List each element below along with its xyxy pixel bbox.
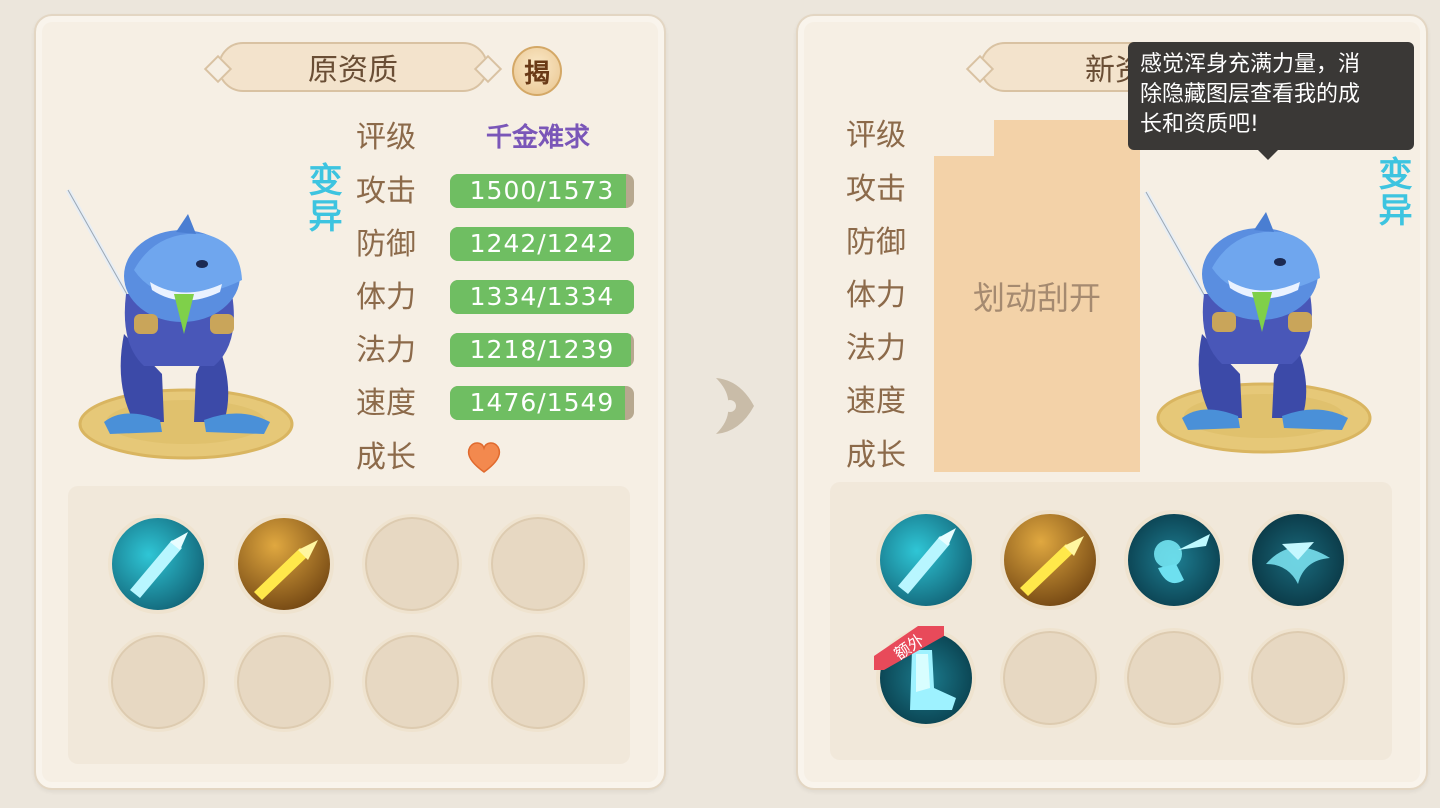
stamina-label: 体力 [846, 278, 906, 313]
original-aptitude-title: 原资质 [218, 42, 488, 92]
hint-tooltip: 感觉浑身充满力量，消 除隐藏图层查看我的成 长和资质吧! [1128, 42, 1414, 160]
defense-label: 防御 [846, 225, 906, 260]
speed-bar: 1476/1549 [450, 386, 634, 420]
phantom-wing-skill-icon[interactable] [1248, 510, 1348, 610]
skill-grid-original [68, 486, 630, 764]
ice-sword-skill-icon[interactable] [108, 514, 208, 614]
mutation-label-text: 变异 [302, 162, 342, 234]
rating-value: 千金难求 [486, 123, 591, 153]
stamina-value: 1334/1334 [469, 282, 615, 311]
skill-slot-empty[interactable] [362, 632, 462, 732]
defense-label: 防御 [356, 227, 416, 262]
original-aptitude-title-text: 原资质 [308, 53, 398, 88]
skill-slot-empty[interactable] [1124, 628, 1224, 728]
ice-sword-skill-icon[interactable] [876, 510, 976, 610]
hint-tooltip-line1: 感觉浑身充满力量，消 [1140, 52, 1361, 77]
magic-label: 法力 [846, 331, 906, 366]
stamina-label: 体力 [356, 280, 416, 315]
magic-label: 法力 [356, 333, 416, 368]
attack-value: 1500/1573 [469, 176, 615, 205]
stamina-bar: 1334/1334 [450, 280, 634, 314]
defense-value: 1242/1242 [469, 229, 615, 258]
skill-slot-empty[interactable] [234, 632, 334, 732]
skill-slot-empty[interactable] [108, 632, 208, 732]
magic-value: 1218/1239 [469, 335, 615, 364]
skill-slot-empty[interactable] [362, 514, 462, 614]
mutation-label: 变异 [298, 162, 347, 234]
skill-slot-empty[interactable] [1000, 628, 1100, 728]
magic-bar: 1218/1239 [450, 333, 634, 367]
skill-slot-empty[interactable] [488, 632, 588, 732]
reveal-button-label: 揭 [523, 58, 550, 89]
scratch-card-cover[interactable]: 划动刮开 [934, 120, 1140, 472]
reveal-button[interactable]: 揭 [512, 46, 562, 96]
scratch-card-label: 划动刮开 [972, 279, 1101, 317]
shark-pet-figure[interactable] [1142, 186, 1382, 476]
transition-arrow-icon [716, 378, 754, 434]
defense-bar: 1242/1242 [450, 227, 634, 261]
hint-tooltip-line3: 长和资质吧! [1140, 112, 1259, 137]
heart-icon [467, 442, 501, 473]
skill-slot-empty[interactable] [488, 514, 588, 614]
skill-grid-new [830, 482, 1392, 760]
attack-label: 攻击 [846, 172, 906, 207]
shark-pet-figure[interactable] [64, 184, 304, 474]
growth-label: 成长 [846, 438, 906, 473]
speed-label: 速度 [356, 386, 416, 421]
rating-label: 评级 [846, 118, 906, 153]
growth-label: 成长 [356, 440, 416, 475]
attack-bar: 1500/1573 [450, 174, 634, 208]
scratch-card-revealed-corner [934, 120, 994, 156]
speed-value: 1476/1549 [469, 388, 615, 417]
speed-label: 速度 [846, 384, 906, 419]
original-aptitude-panel: 原资质 揭 变异 评级 千金难求 攻击 1500/1573 防御 1242/12 [34, 14, 666, 790]
skill-slot-empty[interactable] [1248, 628, 1348, 728]
attack-label: 攻击 [356, 174, 416, 209]
gold-sword-skill-icon[interactable] [1000, 510, 1100, 610]
extra-skill-badge: 额外 [874, 626, 944, 670]
hint-tooltip-line2: 除隐藏图层查看我的成 [1140, 82, 1361, 107]
spirit-strike-skill-icon[interactable] [1124, 510, 1224, 610]
rating-label: 评级 [356, 120, 416, 155]
gold-sword-skill-icon[interactable] [234, 514, 334, 614]
